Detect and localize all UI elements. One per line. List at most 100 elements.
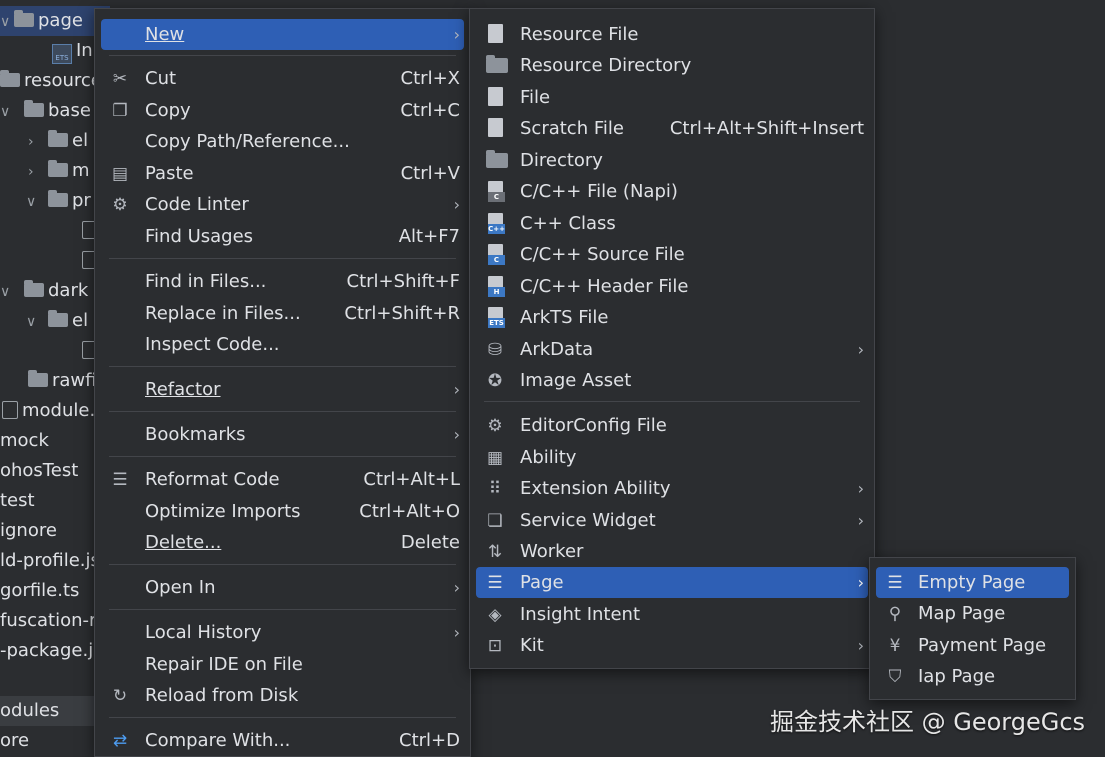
menu-item-directory[interactable]: Directory bbox=[476, 145, 868, 176]
menu-item-label: Repair IDE on File bbox=[145, 654, 303, 675]
menu-item-paste[interactable]: ▤ Paste Ctrl+V bbox=[101, 158, 464, 189]
menu-item-arkdata[interactable]: ⛁ ArkData › bbox=[476, 334, 868, 365]
menu-item-payment-page[interactable]: ¥ Payment Page bbox=[876, 630, 1069, 661]
tree-item-test[interactable]: test bbox=[0, 486, 35, 516]
menu-item-file[interactable]: File bbox=[476, 82, 868, 113]
menu-item-ability[interactable]: ▦ Ability bbox=[476, 442, 868, 473]
menu-item-label: C/C++ File (Napi) bbox=[520, 181, 678, 202]
menu-item-iap-page[interactable]: ⛉ Iap Page bbox=[876, 661, 1069, 692]
menu-item-refactor[interactable]: Refactor › bbox=[101, 374, 464, 405]
ets-file-icon: ETS bbox=[488, 307, 505, 328]
tree-item-ignore[interactable]: ore bbox=[0, 726, 29, 756]
menu-item-copy-path[interactable]: Copy Path/Reference... bbox=[101, 126, 464, 157]
menu-item-editorconfig[interactable]: ⚙ EditorConfig File bbox=[476, 410, 868, 441]
tree-item-resources[interactable]: resource bbox=[0, 66, 102, 96]
tree-item-hvigorfile[interactable]: gorfile.ts bbox=[0, 576, 79, 606]
scratch-file-icon bbox=[488, 118, 505, 139]
menu-item-map-page[interactable]: ⚲ Map Page bbox=[876, 598, 1069, 629]
tree-item-element-dark[interactable]: ∨ el bbox=[26, 306, 88, 336]
menu-item-resource-directory[interactable]: Resource Directory bbox=[476, 50, 868, 81]
tree-item-ohostest[interactable]: ohosTest bbox=[0, 456, 78, 486]
separator bbox=[109, 609, 456, 610]
menu-item-label: Optimize Imports bbox=[145, 501, 301, 522]
linter-icon: ⚙ bbox=[112, 195, 128, 215]
c-source-icon: C bbox=[488, 244, 505, 265]
menu-item-new[interactable]: New › bbox=[101, 19, 464, 50]
tree-item-element[interactable]: › el bbox=[28, 126, 88, 156]
menu-item-cut[interactable]: ✂ Cut Ctrl+X bbox=[101, 63, 464, 94]
tree-item-build-profile[interactable]: ld-profile.js bbox=[0, 546, 100, 576]
menu-item-service-widget[interactable]: ❏ Service Widget › bbox=[476, 505, 868, 536]
menu-item-find-usages[interactable]: Find Usages Alt+F7 bbox=[101, 221, 464, 252]
menu-item-optimize-imports[interactable]: Optimize Imports Ctrl+Alt+O bbox=[101, 496, 464, 527]
menu-item-cpp-source[interactable]: C C/C++ Source File bbox=[476, 239, 868, 270]
tree-item-index[interactable]: ETS In bbox=[52, 36, 93, 66]
payment-icon: ¥ bbox=[889, 636, 901, 656]
menu-item-worker[interactable]: ⇅ Worker bbox=[476, 536, 868, 567]
image-asset-icon: ✪ bbox=[487, 371, 503, 391]
tree-item-gitignore[interactable]: ignore bbox=[0, 516, 57, 546]
menu-item-cpp-class[interactable]: C++ C++ Class bbox=[476, 208, 868, 239]
tree-item-dark[interactable]: ∨ dark bbox=[0, 276, 88, 306]
menu-item-image-asset[interactable]: ✪ Image Asset bbox=[476, 365, 868, 396]
menu-item-arkts-file[interactable]: ETS ArkTS File bbox=[476, 302, 868, 333]
insight-icon: ◈ bbox=[488, 605, 502, 625]
folder-icon bbox=[28, 370, 48, 387]
menu-item-inspect-code[interactable]: Inspect Code... bbox=[101, 329, 464, 360]
menu-item-replace-in-files[interactable]: Replace in Files... Ctrl+Shift+R bbox=[101, 298, 464, 329]
ability-icon: ▦ bbox=[486, 448, 504, 468]
separator bbox=[109, 717, 456, 718]
menu-item-resource-file[interactable]: Resource File bbox=[476, 19, 868, 50]
shopping-bag-icon: ⛉ bbox=[888, 667, 902, 687]
tree-item-module[interactable]: module. bbox=[2, 396, 95, 426]
menu-item-page[interactable]: ☰ Page › bbox=[476, 567, 868, 598]
menu-item-reformat-code[interactable]: ☰ Reformat Code Ctrl+Alt+L bbox=[101, 464, 464, 495]
menu-item-kit[interactable]: ⊡ Kit › bbox=[476, 630, 868, 661]
tree-item-media[interactable]: › m bbox=[28, 156, 90, 186]
menu-item-label: C/C++ Source File bbox=[520, 244, 685, 265]
tree-item-obfuscation[interactable]: fuscation-ru bbox=[0, 606, 108, 636]
separator bbox=[109, 564, 456, 565]
menu-item-reload-from-disk[interactable]: ↻ Reload from Disk bbox=[101, 680, 464, 711]
menu-item-shortcut: Delete bbox=[400, 532, 460, 553]
chevron-right-icon: › bbox=[453, 25, 460, 44]
menu-item-find-in-files[interactable]: Find in Files... Ctrl+Shift+F bbox=[101, 266, 464, 297]
tree-item-profile[interactable]: ∨ pr bbox=[26, 186, 91, 216]
menu-item-copy[interactable]: ❐ Copy Ctrl+C bbox=[101, 95, 464, 126]
menu-item-compare-with[interactable]: ⇄ Compare With... Ctrl+D bbox=[101, 725, 464, 756]
menu-item-napi[interactable]: C C/C++ File (Napi) bbox=[476, 176, 868, 207]
menu-item-code-linter[interactable]: ⚙ Code Linter › bbox=[101, 189, 464, 220]
new-submenu: Resource File Resource Directory File Sc… bbox=[469, 8, 875, 669]
menu-item-shortcut: Alt+F7 bbox=[398, 226, 460, 247]
ets-file-icon: ETS bbox=[52, 44, 72, 64]
menu-item-label: Empty Page bbox=[918, 572, 1026, 593]
menu-item-local-history[interactable]: Local History › bbox=[101, 617, 464, 648]
menu-item-label: Reformat Code bbox=[145, 469, 280, 490]
menu-item-extension-ability[interactable]: ⠿ Extension Ability › bbox=[476, 473, 868, 504]
file-icon bbox=[488, 87, 505, 108]
tree-item-rawfile[interactable]: rawfi bbox=[28, 366, 97, 396]
copy-icon: ❐ bbox=[112, 101, 128, 121]
tree-item-label: gorfile.ts bbox=[0, 580, 80, 601]
menu-item-repair-ide[interactable]: Repair IDE on File bbox=[101, 649, 464, 680]
separator bbox=[109, 258, 456, 259]
chevron-right-icon: › bbox=[453, 623, 460, 642]
menu-item-label: Open In bbox=[145, 577, 216, 598]
menu-item-label: Paste bbox=[145, 163, 194, 184]
menu-item-scratch-file[interactable]: Scratch File Ctrl+Alt+Shift+Insert bbox=[476, 113, 868, 144]
menu-item-empty-page[interactable]: ☰ Empty Page bbox=[876, 567, 1069, 598]
tree-item-label: rawfi bbox=[52, 370, 97, 391]
menu-item-label: File bbox=[520, 87, 551, 108]
menu-item-insight-intent[interactable]: ◈ Insight Intent bbox=[476, 599, 868, 630]
menu-item-cpp-header[interactable]: H C/C++ Header File bbox=[476, 271, 868, 302]
menu-item-label: Directory bbox=[520, 150, 603, 171]
tree-item-label: ohosTest bbox=[0, 460, 79, 481]
menu-item-shortcut: Ctrl+Alt+L bbox=[363, 469, 460, 490]
menu-item-delete[interactable]: Delete... Delete bbox=[101, 527, 464, 558]
menu-item-label: Ability bbox=[520, 447, 577, 468]
menu-item-open-in[interactable]: Open In › bbox=[101, 572, 464, 603]
menu-item-bookmarks[interactable]: Bookmarks › bbox=[101, 419, 464, 450]
tree-item-base[interactable]: ∨ base bbox=[0, 96, 91, 126]
tree-item-mock[interactable]: mock bbox=[0, 426, 49, 456]
list-icon: ☰ bbox=[487, 573, 503, 593]
